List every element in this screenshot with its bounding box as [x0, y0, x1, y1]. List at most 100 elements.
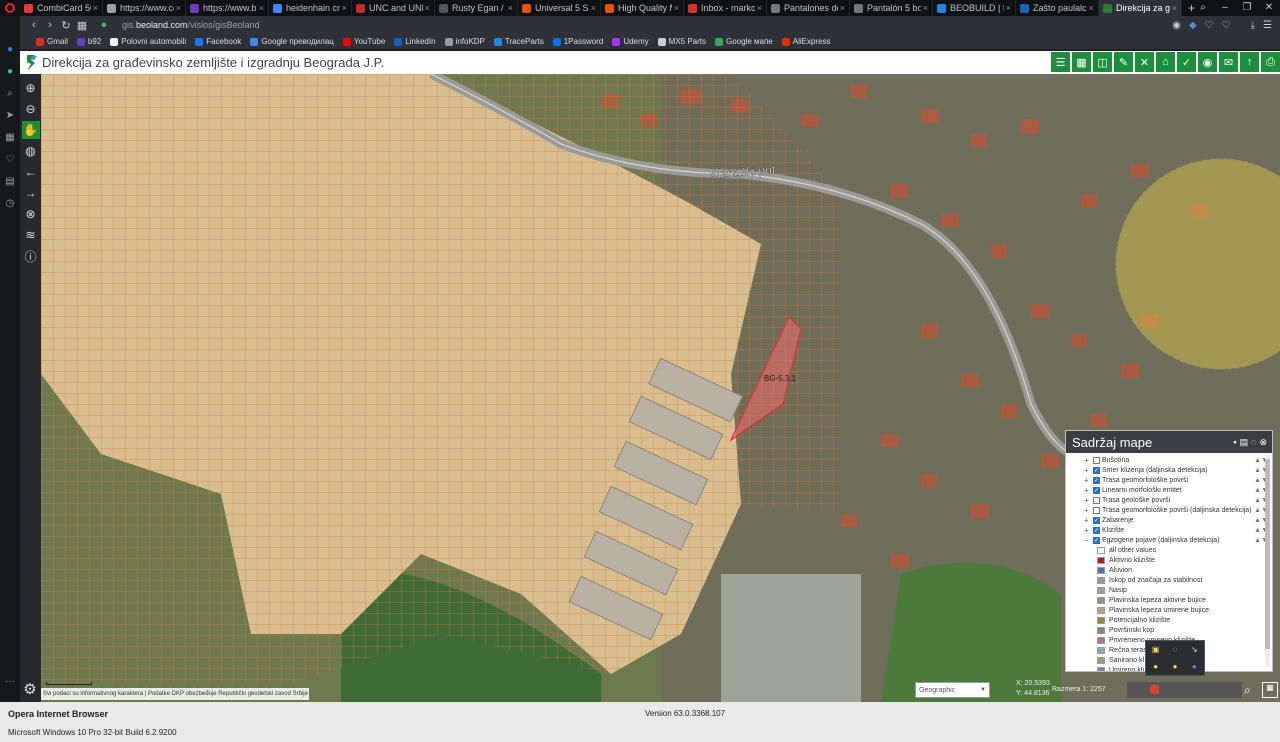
expand-icon[interactable]: +	[1084, 486, 1092, 495]
close-tab-icon[interactable]: ×	[923, 3, 928, 13]
layer-checkbox[interactable]: ✓	[1093, 466, 1100, 474]
heart-icon[interactable]: ♡	[1222, 20, 1231, 31]
tabs-grid-icon[interactable]: ▦	[74, 19, 90, 32]
expand-icon[interactable]: +	[1084, 466, 1092, 475]
layers-list-icon[interactable]: ☰	[1051, 52, 1070, 72]
legend-layer[interactable]: + ✓ Zabarenje ▲▼	[1084, 515, 1272, 525]
back-icon[interactable]: ‹	[26, 19, 42, 31]
close-tab-icon[interactable]: ×	[259, 3, 264, 13]
more-icon[interactable]: ···	[3, 674, 17, 688]
bookmark-4[interactable]: Google преводилац	[250, 37, 334, 46]
history-icon[interactable]: ◷	[3, 196, 17, 210]
close-icon[interactable]: ⊗	[1259, 437, 1267, 448]
tab-10[interactable]: Pantalón 5 bolsillos×	[850, 0, 933, 16]
tab-12[interactable]: Zašto paulalci ipak r×	[1016, 0, 1099, 16]
grid-view-icon[interactable]: ▦	[1072, 52, 1091, 72]
draw-icon[interactable]: ✎	[1114, 52, 1133, 72]
layer-checkbox[interactable]: ✓	[1093, 536, 1100, 544]
close-tab-icon[interactable]: ×	[757, 3, 762, 13]
legend-action-icon[interactable]: ●	[1192, 662, 1197, 671]
heart-icon[interactable]: ♡	[3, 152, 17, 166]
basemap-icon[interactable]: ▦	[1262, 682, 1278, 698]
measure-area-icon[interactable]: ⌂	[1156, 52, 1175, 72]
save-icon[interactable]: ▪	[1233, 437, 1236, 448]
layer-checkbox[interactable]: ✓	[1093, 516, 1100, 524]
bookmark-12[interactable]: Google мапе	[715, 37, 773, 46]
close-tab-icon[interactable]: ×	[508, 3, 513, 13]
search-icon[interactable]: ⌕	[3, 86, 17, 100]
speed-dial-icon[interactable]: ▦	[3, 130, 17, 144]
tab-3[interactable]: heidenhain cnc 332×	[269, 0, 352, 16]
close-tab-icon[interactable]: ×	[176, 3, 181, 13]
layers-icon[interactable]: ▤	[1240, 437, 1249, 448]
layer-checkbox[interactable]: ✓	[1093, 476, 1100, 484]
clear-selection-icon[interactable]: ⊗	[22, 205, 40, 223]
tab-9[interactable]: Pantalones de homb×	[767, 0, 850, 16]
tab-11[interactable]: BEOBUILD | FORUM×	[933, 0, 1016, 16]
legend-action-icon[interactable]: ↘	[1191, 645, 1198, 654]
expand-icon[interactable]: +	[1084, 506, 1092, 515]
camera-icon[interactable]: ◉	[1172, 20, 1181, 31]
send-icon[interactable]: ➤	[3, 108, 17, 122]
zoom-out-icon[interactable]: ⊖	[22, 100, 40, 118]
legend-action-icon[interactable]: ◌	[1173, 645, 1178, 654]
bookmark-11[interactable]: MX5 Parts	[657, 37, 706, 46]
close-tab-icon[interactable]: ×	[1172, 3, 1177, 13]
expand-icon[interactable]: +	[1084, 496, 1092, 505]
gear-icon[interactable]: ⚙	[21, 680, 39, 698]
legend-scrollbar[interactable]	[1265, 455, 1270, 667]
bookmark-13[interactable]: AliExpress	[781, 37, 831, 46]
minimize-icon[interactable]: –	[1214, 0, 1236, 16]
tab-13[interactable]: Direkcija za građevi×	[1099, 0, 1182, 16]
menu-icon[interactable]: ☰	[1263, 20, 1272, 31]
forward-icon[interactable]: ›	[42, 19, 58, 31]
tab-1[interactable]: https://www.comet.×	[103, 0, 186, 16]
clear-icon[interactable]: ✕	[1135, 52, 1154, 72]
bookmark-icon[interactable]: ♡	[1205, 20, 1214, 31]
bookmark-6[interactable]: LinkedIn	[394, 37, 436, 46]
expand-icon[interactable]: +	[1084, 526, 1092, 535]
tab-6[interactable]: Universal 5 Speed M×	[518, 0, 601, 16]
expand-icon[interactable]: +	[1084, 476, 1092, 485]
legend-action-icon[interactable]: ▣	[1152, 645, 1160, 654]
bookmark-9[interactable]: 1Password	[552, 37, 603, 46]
download-icon[interactable]: ⤓	[1251, 20, 1255, 31]
legend-layer[interactable]: + Bušotina ▲▼	[1084, 455, 1272, 465]
legend-layer[interactable]: + Trasa geološke površi ▲▼	[1084, 495, 1272, 505]
layer-checkbox[interactable]	[1093, 496, 1100, 504]
next-extent-icon[interactable]: →	[22, 184, 40, 202]
bookmark-3[interactable]: Facebook	[195, 37, 241, 46]
bookmark-10[interactable]: Udemy	[612, 37, 649, 46]
tab-4[interactable]: UNC and UNF - Unifi×	[352, 0, 435, 16]
print-icon[interactable]: ⎙	[1261, 52, 1280, 72]
messenger-icon[interactable]: ●	[3, 42, 17, 56]
expand-icon[interactable]: +	[1084, 456, 1092, 465]
legend-layer[interactable]: + Trasa geomorfološke površi (daljinska d…	[1084, 505, 1272, 515]
projection-select[interactable]: Geographic ▼	[915, 682, 990, 698]
bookmark-1[interactable]: b92	[76, 37, 101, 46]
pan-hand-icon[interactable]: ✋	[21, 121, 40, 139]
legend-action-icon[interactable]: ●	[1173, 662, 1178, 671]
whatsapp-icon[interactable]: ●	[3, 64, 17, 78]
vpn-icon[interactable]: ◆	[1189, 20, 1197, 31]
close-tab-icon[interactable]: ×	[1006, 3, 1011, 13]
legend-layer[interactable]: + ✓ Trasa geomorfološke površi ▲▼	[1084, 475, 1272, 485]
maximize-icon[interactable]: ❐	[1236, 0, 1258, 16]
tab-0[interactable]: CombiCard 5000-70×	[20, 0, 103, 16]
hide-icon[interactable]: ◌	[1251, 437, 1256, 448]
url-field[interactable]: gis.beoland.com/visios/gisBeoland	[122, 20, 260, 30]
layer-checkbox[interactable]	[1093, 456, 1100, 464]
layers-stack-icon[interactable]: ≋	[22, 226, 40, 244]
eye-icon[interactable]: ◉	[1198, 52, 1217, 72]
parcel-label[interactable]: BG-5.3.1	[764, 374, 797, 383]
bookmark-7[interactable]: infoKDP	[444, 37, 485, 46]
legend-layer[interactable]: − ✓ Egzogene pojave (daljinska detekcija) ▲…	[1084, 535, 1272, 545]
expand-icon[interactable]: −	[1084, 536, 1092, 545]
previous-extent-icon[interactable]: ←	[22, 163, 40, 181]
mail-icon[interactable]: ✉	[1219, 52, 1238, 72]
search-icon[interactable]: ⌕	[1244, 683, 1251, 698]
close-tab-icon[interactable]: ×	[591, 3, 596, 13]
split-view-icon[interactable]: ◫	[1093, 52, 1112, 72]
close-tab-icon[interactable]: ×	[1089, 3, 1094, 13]
legend-layer[interactable]: + ✓ Klizište ▲▼	[1084, 525, 1272, 535]
